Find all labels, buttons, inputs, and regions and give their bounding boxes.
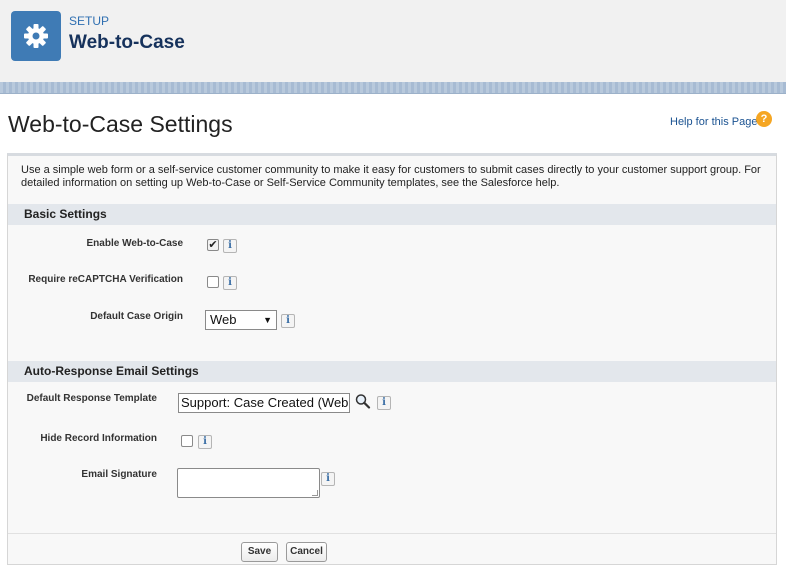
email-signature-textarea[interactable] <box>177 468 320 498</box>
require-recaptcha-label: Require reCAPTCHA Verification <box>28 274 183 285</box>
default-response-template-label: Default Response Template <box>26 393 157 404</box>
help-link[interactable]: Help for this Page <box>670 116 757 128</box>
cancel-button[interactable]: Cancel <box>286 542 327 562</box>
resize-grip-icon[interactable] <box>312 490 318 496</box>
info-icon[interactable]: i <box>223 239 237 253</box>
intro-text: Use a simple web form or a self-service … <box>21 164 761 189</box>
button-bar: Save Cancel <box>8 533 776 565</box>
default-case-origin-label: Default Case Origin <box>90 311 183 322</box>
page-title: Web-to-Case Settings <box>8 111 233 137</box>
info-icon[interactable]: i <box>377 396 391 410</box>
info-icon[interactable]: i <box>281 314 295 328</box>
settings-panel: Use a simple web form or a self-service … <box>7 153 777 565</box>
hide-record-information-label: Hide Record Information <box>40 433 157 444</box>
hide-record-information-checkbox[interactable] <box>181 435 193 447</box>
gear-icon <box>11 11 61 61</box>
require-recaptcha-checkbox[interactable] <box>207 276 219 288</box>
info-icon[interactable]: i <box>321 472 335 486</box>
enable-web-to-case-checkbox[interactable]: ✔ <box>207 239 219 251</box>
default-response-template-input[interactable]: Support: Case Created (Web <box>178 393 350 413</box>
default-case-origin-value: Web <box>210 312 237 327</box>
header-band <box>0 82 786 94</box>
basic-settings-header: Basic Settings <box>8 204 776 225</box>
enable-web-to-case-label: Enable Web-to-Case <box>86 238 184 249</box>
setup-label: SETUP <box>69 14 110 28</box>
save-button[interactable]: Save <box>241 542 278 562</box>
lookup-icon[interactable] <box>354 393 372 409</box>
default-case-origin-select[interactable]: Web ▼ <box>205 310 277 330</box>
setup-header: SETUP Web-to-Case <box>0 0 786 82</box>
question-icon[interactable]: ? <box>756 111 772 127</box>
setup-title: Web-to-Case <box>69 32 185 53</box>
info-icon[interactable]: i <box>198 435 212 449</box>
dropdown-arrow-icon: ▼ <box>263 315 272 325</box>
email-signature-label: Email Signature <box>81 469 157 480</box>
info-icon[interactable]: i <box>223 276 237 290</box>
auto-response-header: Auto-Response Email Settings <box>8 361 776 382</box>
